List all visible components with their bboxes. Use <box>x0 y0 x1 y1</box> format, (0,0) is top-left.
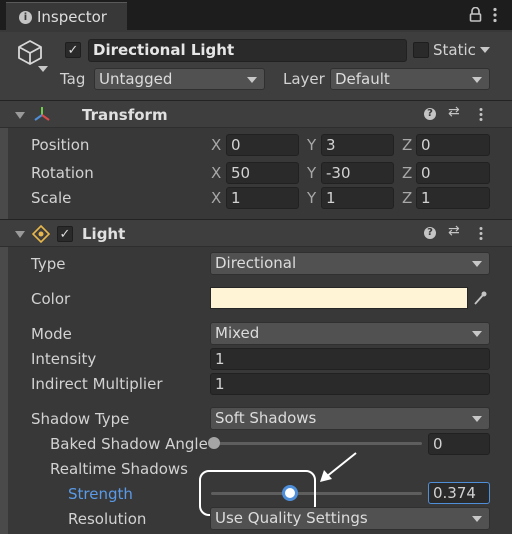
light-title: Light <box>82 225 126 243</box>
resolution-label: Resolution <box>68 510 147 528</box>
baked-angle-slider-track[interactable] <box>214 442 422 445</box>
gameobject-name-field[interactable]: Directional Light <box>88 39 407 62</box>
static-label: Static <box>433 41 476 59</box>
chevron-down-icon <box>247 77 257 83</box>
strength-field[interactable]: 0.374 <box>428 482 490 504</box>
fold-arrow-icon[interactable] <box>15 112 25 119</box>
axis-z-label: Z <box>402 189 413 207</box>
tab-inspector[interactable]: i Inspector <box>6 2 127 31</box>
light-header[interactable]: ✓ Light ? ⇄ <box>0 219 512 247</box>
axis-y-label: Y <box>307 136 317 154</box>
axis-x-label: X <box>211 164 222 182</box>
tag-value: Untagged <box>99 70 173 88</box>
chevron-down-icon <box>472 261 482 267</box>
type-value: Directional <box>215 254 297 272</box>
axis-y-label: Y <box>307 164 317 182</box>
resolution-value: Use Quality Settings <box>215 509 368 527</box>
preset-sliders-icon[interactable]: ⇄ <box>448 223 460 239</box>
preset-sliders-icon[interactable]: ⇄ <box>448 104 460 120</box>
info-icon: i <box>19 11 32 24</box>
gameobject-active-checkbox[interactable]: ✓ <box>65 42 81 58</box>
color-label: Color <box>31 290 71 308</box>
chevron-down-icon <box>472 77 482 83</box>
intensity-field[interactable]: 1 <box>210 348 490 370</box>
fold-arrow-icon[interactable] <box>15 231 25 238</box>
transform-header[interactable]: Transform ? ⇄ <box>0 100 512 128</box>
chevron-down-icon <box>472 331 482 337</box>
baked-shadow-angle-label: Baked Shadow Angle <box>50 435 208 453</box>
transform-axes-icon <box>32 105 52 127</box>
help-icon[interactable]: ? <box>424 108 436 120</box>
shadow-type-value: Soft Shadows <box>215 409 317 427</box>
shadow-type-dropdown[interactable]: Soft Shadows <box>210 407 490 430</box>
rotation-z-field[interactable]: 0 <box>416 162 490 184</box>
static-checkbox[interactable] <box>413 42 429 58</box>
static-dropdown-chevron-down-icon[interactable] <box>480 47 490 53</box>
baked-angle-slider-knob[interactable] <box>208 437 220 449</box>
scene-strip <box>0 100 8 534</box>
color-swatch[interactable] <box>210 287 468 309</box>
axis-z-label: Z <box>402 136 413 154</box>
chevron-down-icon <box>472 416 482 422</box>
kebab-menu-icon[interactable] <box>492 7 498 27</box>
scale-y-field[interactable]: 1 <box>321 187 394 209</box>
position-label: Position <box>31 136 90 154</box>
layer-value: Default <box>335 70 390 88</box>
resolution-dropdown[interactable]: Use Quality Settings <box>210 507 490 530</box>
eyedropper-icon[interactable] <box>470 287 490 309</box>
type-label: Type <box>31 255 66 273</box>
realtime-shadows-label: Realtime Shadows <box>50 460 188 478</box>
indirect-multiplier-label: Indirect Multiplier <box>31 375 163 393</box>
position-z-field[interactable]: 0 <box>416 134 490 156</box>
layer-label: Layer <box>283 70 325 88</box>
baked-angle-field[interactable]: 0 <box>428 433 490 455</box>
axis-z-label: Z <box>402 164 413 182</box>
strength-label: Strength <box>68 485 133 503</box>
rotation-x-field[interactable]: 50 <box>226 162 299 184</box>
rotation-label: Rotation <box>31 164 94 182</box>
chevron-down-icon <box>472 516 482 522</box>
icon-dropdown-caret-icon[interactable] <box>38 66 48 72</box>
help-icon[interactable]: ? <box>424 227 436 239</box>
mode-dropdown[interactable]: Mixed <box>210 322 490 345</box>
light-enabled-checkbox[interactable]: ✓ <box>57 226 73 242</box>
component-menu-kebab-icon[interactable] <box>478 107 484 126</box>
tab-title: Inspector <box>37 8 107 26</box>
layer-dropdown[interactable]: Default <box>330 68 490 90</box>
scale-x-field[interactable]: 1 <box>226 187 299 209</box>
component-menu-kebab-icon[interactable] <box>478 226 484 245</box>
mode-value: Mixed <box>215 324 260 342</box>
annotation-arrow-icon <box>318 450 360 488</box>
position-x-field[interactable]: 0 <box>226 134 299 156</box>
tag-label: Tag <box>60 70 86 88</box>
lock-icon[interactable] <box>469 6 482 26</box>
transform-title: Transform <box>82 106 168 124</box>
tag-dropdown[interactable]: Untagged <box>94 68 265 90</box>
intensity-label: Intensity <box>31 350 97 368</box>
indirect-multiplier-field[interactable]: 1 <box>210 373 490 395</box>
axis-x-label: X <box>211 189 222 207</box>
light-icon <box>31 224 51 247</box>
scale-label: Scale <box>31 189 72 207</box>
rotation-y-field[interactable]: -30 <box>321 162 394 184</box>
type-dropdown[interactable]: Directional <box>210 252 490 275</box>
scale-z-field[interactable]: 1 <box>416 187 490 209</box>
axis-x-label: X <box>211 136 222 154</box>
position-y-field[interactable]: 3 <box>321 134 394 156</box>
shadow-type-label: Shadow Type <box>31 410 130 428</box>
mode-label: Mode <box>31 325 72 343</box>
axis-y-label: Y <box>307 189 317 207</box>
